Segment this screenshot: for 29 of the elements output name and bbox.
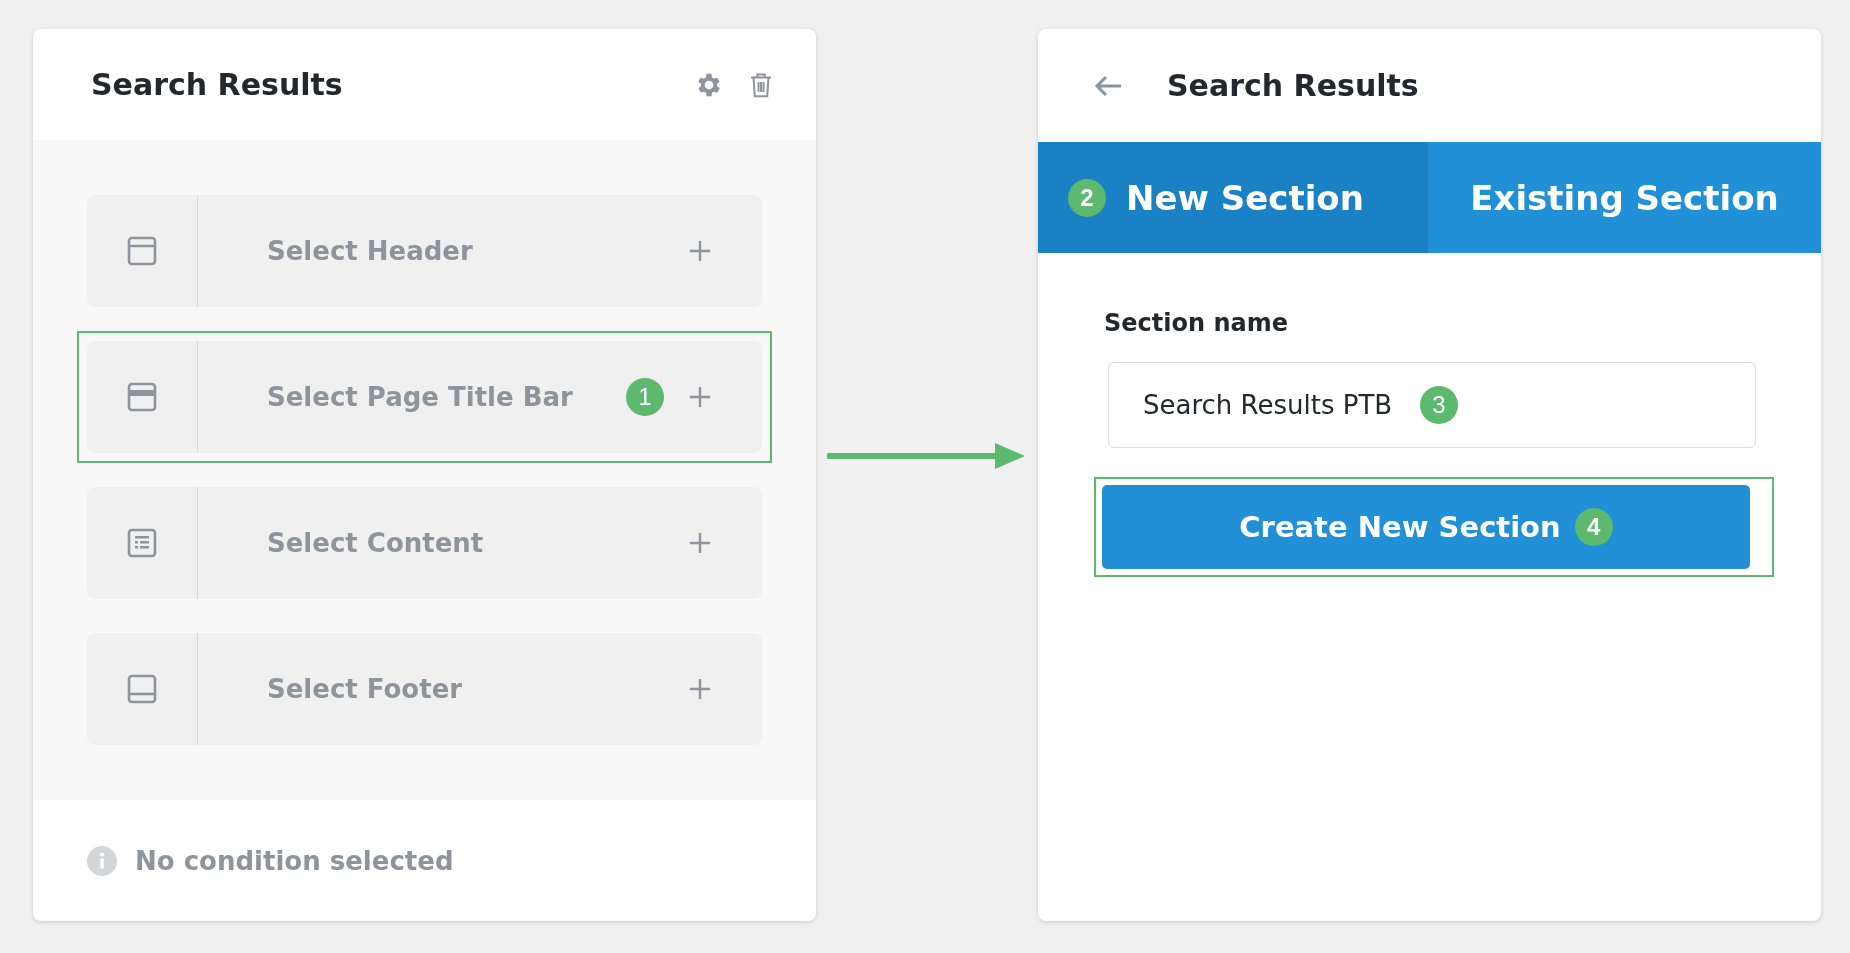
info-icon	[87, 845, 117, 876]
panel-title: Search Results	[91, 67, 344, 102]
tab[interactable]: Existing Section	[1428, 142, 1821, 253]
layout-row[interactable]: Select Footer	[87, 633, 762, 745]
field-label: Section name	[1104, 309, 1289, 337]
plus-icon[interactable]	[688, 385, 712, 409]
layout-icon	[125, 380, 159, 414]
panel-title: Search Results	[1167, 68, 1420, 103]
layout-row[interactable]: Select Content	[87, 487, 762, 599]
plus-icon[interactable]	[688, 677, 712, 701]
step-number-badge: 1	[626, 378, 664, 416]
layout-icon	[125, 234, 159, 268]
create-section-button[interactable]: Create New Section 4	[1102, 485, 1750, 569]
tab[interactable]: 2 New Section	[1038, 142, 1428, 253]
arrow-icon	[827, 441, 1027, 471]
row-label: Select Footer	[267, 674, 464, 704]
layout-row[interactable]: Select Header	[87, 195, 762, 307]
plus-icon[interactable]	[688, 239, 712, 263]
row-label: Select Content	[267, 528, 485, 558]
row-label: Select Page Title Bar	[267, 382, 574, 412]
plus-icon[interactable]	[688, 531, 712, 555]
condition-note: No condition selected	[135, 845, 454, 876]
layout-row[interactable]: Select Page Title Bar 1	[87, 341, 762, 453]
step-number-badge: 2	[1068, 178, 1106, 217]
step-number-badge: 4	[1574, 508, 1613, 546]
row-label: Select Header	[267, 236, 474, 266]
layout-icon	[125, 526, 159, 560]
back-arrow-icon[interactable]	[1093, 73, 1123, 98]
layout-icon	[125, 672, 159, 706]
